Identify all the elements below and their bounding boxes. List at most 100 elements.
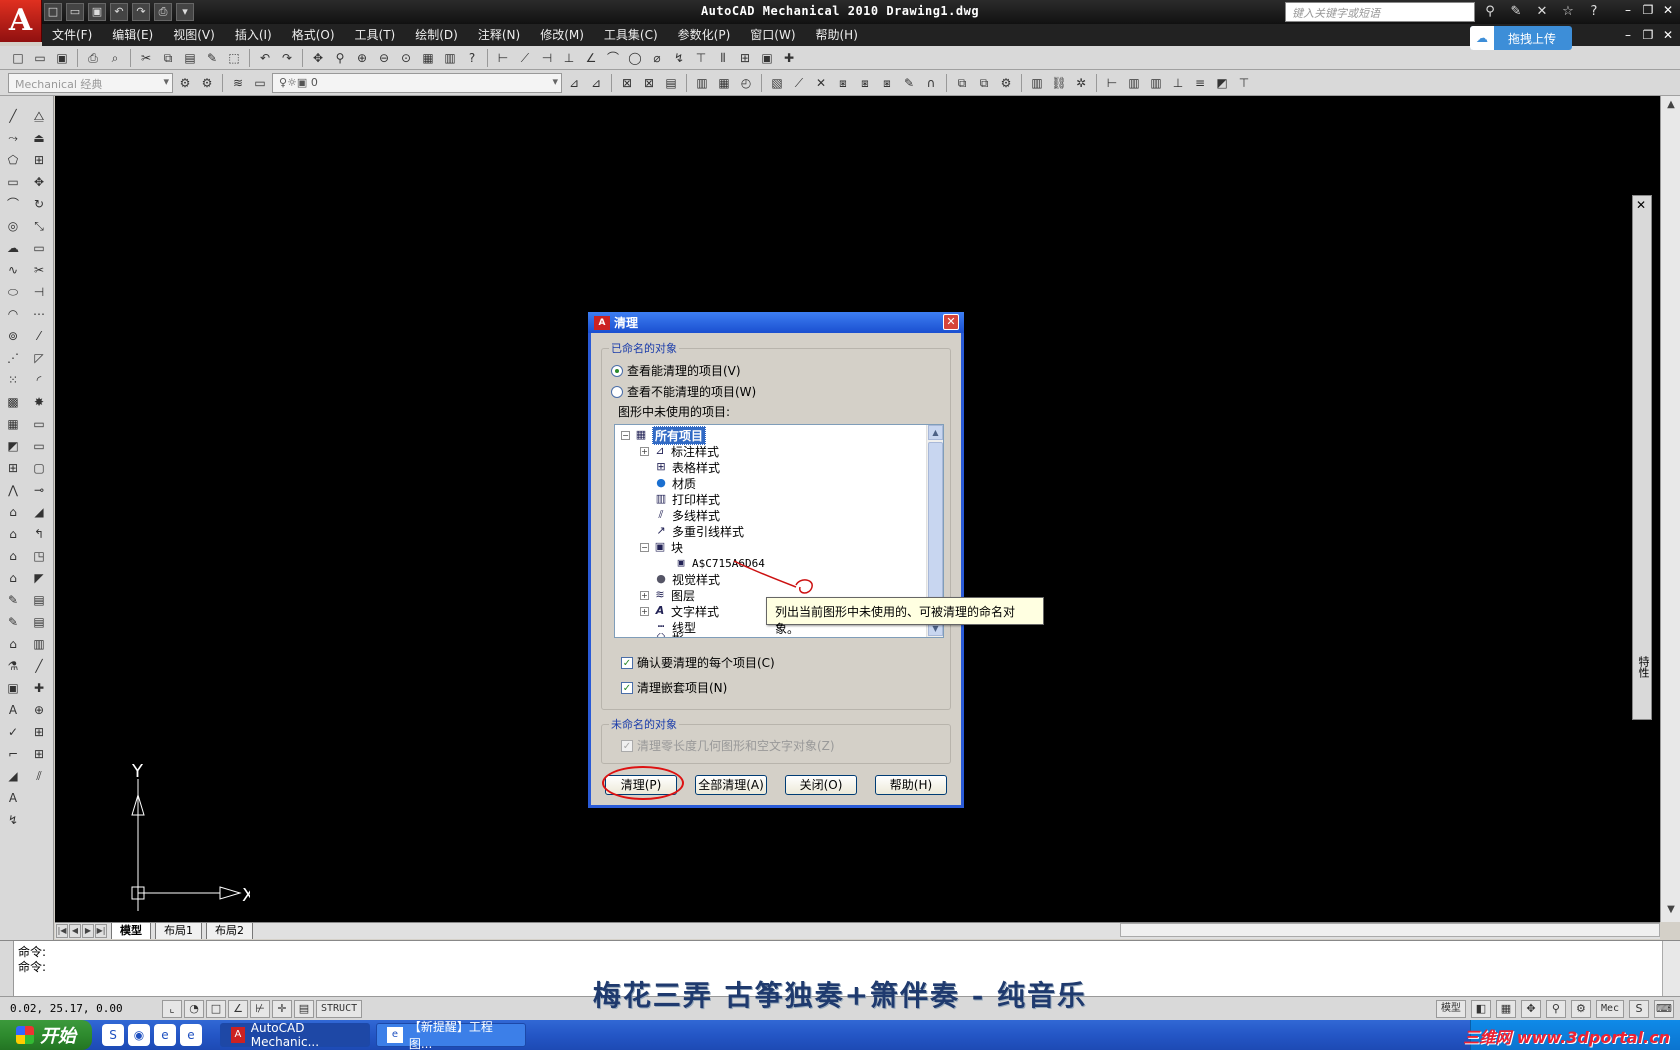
menu-modify[interactable]: 修改(M): [530, 24, 594, 46]
tab-layout1[interactable]: 布局1: [155, 923, 202, 939]
tree-item-layer[interactable]: + ≋ 图层: [640, 587, 695, 603]
vertical-scrollbar[interactable]: ▲ ▼: [1660, 96, 1680, 922]
arc-icon[interactable]: ⌒: [2, 194, 24, 214]
next-tab-icon[interactable]: ▶: [82, 924, 94, 938]
layer-previous-icon[interactable]: ⊿: [586, 73, 606, 93]
hatch-icon[interactable]: ▧: [767, 73, 787, 93]
tab-model[interactable]: 模型: [111, 923, 151, 939]
dim-jogged-icon[interactable]: ↯: [669, 48, 689, 68]
mtext-icon[interactable]: ⋀: [2, 480, 24, 500]
move-icon[interactable]: ✥: [28, 172, 50, 192]
mech-mod-1-icon[interactable]: ▭: [28, 414, 50, 434]
save-icon[interactable]: ▣: [52, 48, 72, 68]
wrench-icon[interactable]: ✎: [1506, 2, 1526, 22]
expand-icon[interactable]: +: [640, 606, 649, 616]
join-icon[interactable]: ⁄: [28, 326, 50, 346]
menu-toolsets[interactable]: 工具集(C): [594, 24, 668, 46]
start-button[interactable]: 开始: [0, 1020, 92, 1050]
center-mark-icon[interactable]: ✚: [779, 48, 799, 68]
help-icon[interactable]: ?: [462, 48, 482, 68]
layer-state-icon[interactable]: ▭: [250, 73, 270, 93]
first-tab-icon[interactable]: |◀: [56, 924, 68, 938]
mech-tool-3-icon[interactable]: ⌂: [2, 546, 24, 566]
layer-combo[interactable]: ♀☼▣ 0: [272, 72, 562, 93]
menu-parametric[interactable]: 参数化(P): [668, 24, 741, 46]
scroll-up-icon[interactable]: ▲: [928, 425, 943, 440]
media-icon[interactable]: ◉: [128, 1024, 150, 1046]
tree-item-mleaderstyle[interactable]: ↗ 多重引线样式: [653, 523, 744, 539]
mech-mod-13-icon[interactable]: ✚: [28, 678, 50, 698]
close-button[interactable]: 关闭(O): [785, 775, 857, 795]
menu-window[interactable]: 窗口(W): [740, 24, 805, 46]
mech-tool-12-icon[interactable]: ⌐: [2, 744, 24, 764]
mech-bom-icon[interactable]: ▦: [714, 73, 734, 93]
intersection-icon[interactable]: ✕: [811, 73, 831, 93]
menu-draw[interactable]: 绘制(D): [405, 24, 468, 46]
ellipse-arc-icon[interactable]: ◠: [2, 304, 24, 324]
menu-annotate[interactable]: 注释(N): [468, 24, 530, 46]
mech-fit-icon[interactable]: ◩: [1212, 73, 1232, 93]
tree-item-block[interactable]: − ▣ 块: [640, 539, 683, 555]
tree-item-all[interactable]: − ▦ 所有项目: [621, 425, 707, 445]
region-icon[interactable]: ◩: [2, 436, 24, 456]
tree-item-plotstyle[interactable]: ▥ 打印样式: [653, 491, 720, 507]
array-icon[interactable]: ⊞: [28, 150, 50, 170]
paste-icon[interactable]: ▤: [180, 48, 200, 68]
rectangle-icon[interactable]: ▭: [2, 172, 24, 192]
mech-tool-9-icon[interactable]: ▣: [2, 678, 24, 698]
mech-mod-7-icon[interactable]: ◳: [28, 546, 50, 566]
zoom-extents-icon[interactable]: ⊙: [396, 48, 416, 68]
mech-tool-8-icon[interactable]: ⚗: [2, 656, 24, 676]
binoculars-icon[interactable]: ⚲: [1480, 2, 1500, 22]
scroll-thumb[interactable]: [928, 442, 943, 602]
expand-icon[interactable]: +: [640, 446, 649, 456]
construction-line-icon[interactable]: ⟋: [789, 73, 809, 93]
mech-mod-3-icon[interactable]: ▢: [28, 458, 50, 478]
print-icon[interactable]: ⎙: [83, 48, 103, 68]
mech-mod-2-icon[interactable]: ▭: [28, 436, 50, 456]
tree-item-shape[interactable]: ◇ 形: [653, 633, 684, 637]
mech-chain-icon[interactable]: ⛓: [1049, 73, 1069, 93]
command-prompt-line[interactable]: 命令:: [18, 958, 46, 975]
mech-tool-10-icon[interactable]: A: [2, 700, 24, 720]
break-icon[interactable]: ⋯: [28, 304, 50, 324]
dialog-close-button[interactable]: ✕: [943, 314, 959, 330]
preview-icon[interactable]: ⌕: [105, 48, 125, 68]
mech-view-icon[interactable]: ⧉: [952, 73, 972, 93]
cut-icon[interactable]: ✂: [136, 48, 156, 68]
mech-tool-11-icon[interactable]: ✓: [2, 722, 24, 742]
help-button[interactable]: 帮助(H): [875, 775, 947, 795]
dim-radius-icon[interactable]: ◯: [625, 48, 645, 68]
checkbox-confirm-each[interactable]: ✓ 确认要清理的每个项目(C): [621, 654, 775, 671]
dim-angular-icon[interactable]: ∠: [581, 48, 601, 68]
horizontal-scrollbar[interactable]: [1120, 923, 1660, 937]
mech-tool-5-icon[interactable]: ✎: [2, 590, 24, 610]
open-icon[interactable]: ▭: [30, 48, 50, 68]
mech-tool-14-icon[interactable]: A: [2, 788, 24, 808]
menu-format[interactable]: 格式(O): [282, 24, 345, 46]
match-properties-icon[interactable]: ✎: [202, 48, 222, 68]
mech-mod-15-icon[interactable]: ⊞: [28, 722, 50, 742]
tolerance-icon[interactable]: ▣: [757, 48, 777, 68]
mech-layer-icon[interactable]: ▤: [661, 73, 681, 93]
search-input[interactable]: 键入关键字或短语: [1285, 2, 1475, 22]
mech-dim-4-icon[interactable]: ⊥: [1168, 73, 1188, 93]
tree-item-mlinestyle[interactable]: ⫽ 多线样式: [653, 507, 720, 523]
spline-icon[interactable]: ∿: [2, 260, 24, 280]
collapse-icon[interactable]: −: [621, 430, 630, 440]
mirror-icon[interactable]: ⧋: [28, 106, 50, 126]
close-icon[interactable]: ✕: [1660, 2, 1676, 18]
zoom-previous-icon[interactable]: ⊖: [374, 48, 394, 68]
doc-restore-icon[interactable]: ❐: [1640, 27, 1656, 43]
design-center-icon[interactable]: ▥: [440, 48, 460, 68]
revision-cloud-icon[interactable]: ☁: [2, 238, 24, 258]
stretch-icon[interactable]: ▭: [28, 238, 50, 258]
explode-icon[interactable]: ✸: [28, 392, 50, 412]
circle-icon[interactable]: ◎: [2, 216, 24, 236]
mech-frame-2-icon[interactable]: ⧆: [855, 73, 875, 93]
menu-tools[interactable]: 工具(T): [345, 24, 406, 46]
menu-view[interactable]: 视图(V): [163, 24, 225, 46]
polygon-icon[interactable]: ⬠: [2, 150, 24, 170]
mech-tool-1-icon[interactable]: ⌂: [2, 502, 24, 522]
mech-frame-3-icon[interactable]: ⧆: [877, 73, 897, 93]
